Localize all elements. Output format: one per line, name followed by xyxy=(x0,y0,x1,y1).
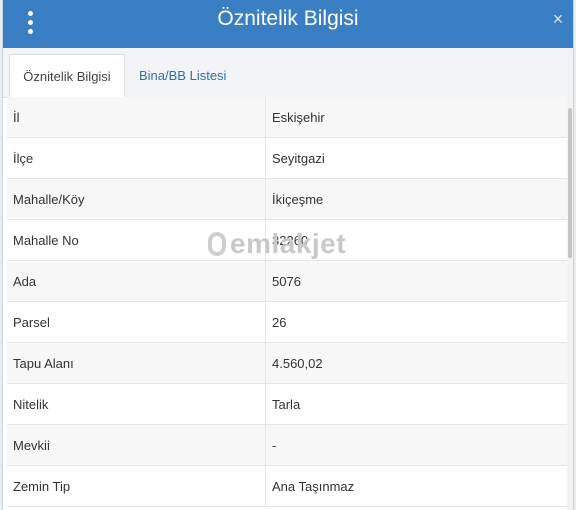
scrollbar[interactable] xyxy=(567,48,573,510)
table-row: Parsel 26 xyxy=(7,301,567,343)
row-value: 26 xyxy=(265,301,567,343)
row-value: - xyxy=(265,424,567,466)
row-key: Mahalle No xyxy=(7,219,266,261)
row-value: İkiçeşme xyxy=(265,178,567,220)
table-row: İlçe Seyitgazi xyxy=(7,137,567,179)
row-value: 5076 xyxy=(265,260,567,302)
row-key: Tapu Alanı xyxy=(7,342,266,384)
table-row: Ada 5076 xyxy=(7,260,567,302)
panel-header: Öznitelik Bilgisi × xyxy=(3,0,573,48)
tab-bar: Öznitelik Bilgisi Bina/BB Listesi xyxy=(3,48,573,98)
row-value: 32260 xyxy=(265,219,567,261)
row-value: Seyitgazi xyxy=(265,137,567,179)
row-key: İl xyxy=(7,97,266,138)
tab-building-list[interactable]: Bina/BB Listesi xyxy=(131,54,234,97)
row-key: Mevkii xyxy=(7,424,266,466)
row-key: İlçe xyxy=(7,137,266,179)
tab-attribute-info[interactable]: Öznitelik Bilgisi xyxy=(9,54,125,97)
table-row: İl Eskişehir xyxy=(7,97,567,138)
table-row: Mevkii - xyxy=(7,424,567,466)
table-row: Mahalle/Köy İkiçeşme xyxy=(7,178,567,220)
attribute-panel: Öznitelik Bilgisi × Öznitelik Bilgisi Bi… xyxy=(2,0,574,510)
row-key: Zemin Tip xyxy=(7,465,266,507)
table-row: Zemin Tip Ana Taşınmaz xyxy=(7,465,567,507)
table-row: Mahalle No 32260 xyxy=(7,219,567,261)
scrollbar-thumb[interactable] xyxy=(568,108,572,258)
row-key: Nitelik xyxy=(7,383,266,425)
row-value: Tarla xyxy=(265,383,567,425)
close-icon[interactable]: × xyxy=(549,10,567,28)
row-value: Eskişehir xyxy=(265,97,567,138)
row-key: Parsel xyxy=(7,301,266,343)
panel-title: Öznitelik Bilgisi xyxy=(217,7,359,30)
row-key: Mahalle/Köy xyxy=(7,178,266,220)
row-key: Ada xyxy=(7,260,266,302)
table-row: Tapu Alanı 4.560,02 xyxy=(7,342,567,384)
attribute-table: İl Eskişehir İlçe Seyitgazi Mahalle/Köy İki… xyxy=(7,97,567,507)
row-value: Ana Taşınmaz xyxy=(265,465,567,507)
table-row: Nitelik Tarla xyxy=(7,383,567,425)
row-value: 4.560,02 xyxy=(265,342,567,384)
